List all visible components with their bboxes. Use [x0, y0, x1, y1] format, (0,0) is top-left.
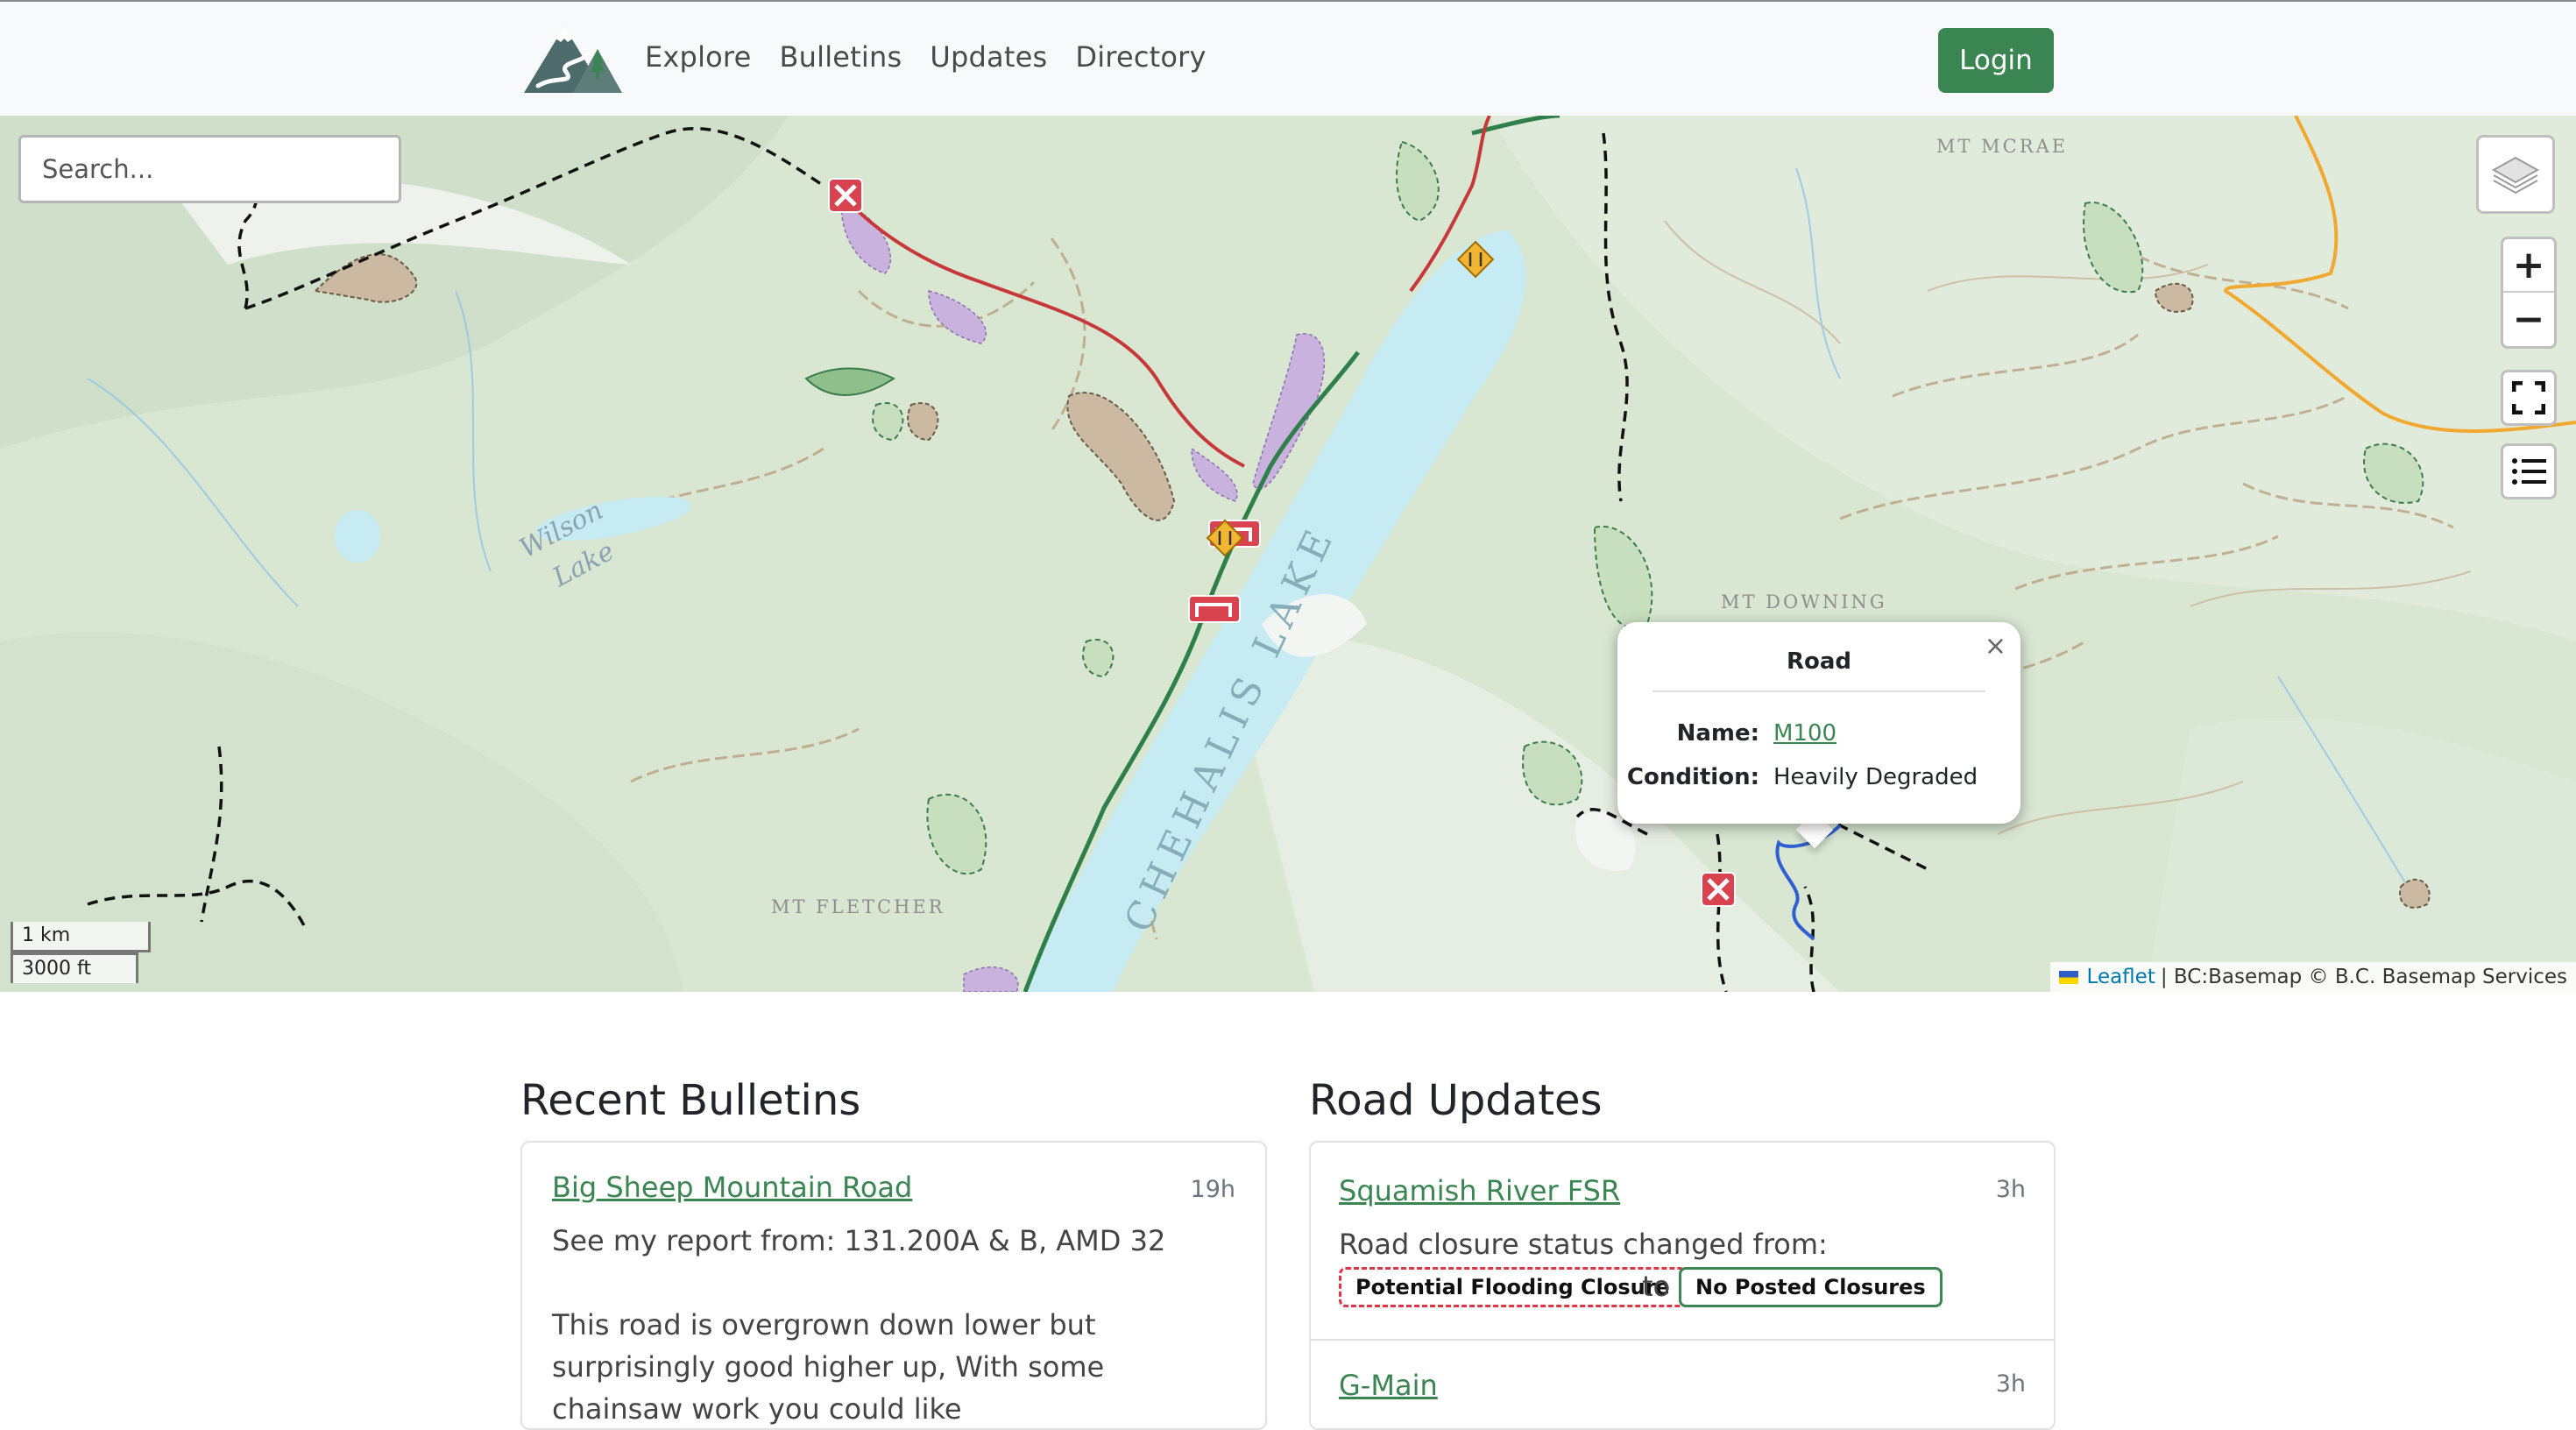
update-time: 3h: [1995, 1176, 2026, 1203]
leaflet-link[interactable]: Leaflet: [2087, 966, 2155, 988]
map-scale: 1 km 3000 ft: [11, 922, 151, 983]
popup-row-condition: Condition: Heavily Degraded: [1617, 764, 2020, 790]
map-view[interactable]: MT MCRAE MT DOWNING MT FLETCHER Wilson L…: [0, 116, 2576, 992]
status-badge-to: No Posted Closures: [1679, 1267, 1943, 1307]
nav-directory[interactable]: Directory: [1075, 40, 1206, 74]
logo-mountain-icon[interactable]: [520, 23, 624, 96]
scale-imperial: 3000 ft: [11, 952, 138, 983]
list-icon: [2512, 458, 2546, 485]
fullscreen-icon: [2512, 381, 2545, 414]
zoom-in-button[interactable]: +: [2503, 239, 2554, 293]
nav-bulletins[interactable]: Bulletins: [779, 40, 902, 74]
map-basemap[interactable]: MT MCRAE MT DOWNING MT FLETCHER Wilson L…: [0, 116, 2576, 992]
attribution-text: | BC:Basemap © B.C. Basemap Services: [2160, 966, 2567, 988]
popup-name-label: Name:: [1676, 720, 1759, 747]
bulletin-line-3: surprisingly good higher up, With some: [552, 1350, 1105, 1384]
bulletin-time: 19h: [1190, 1176, 1235, 1203]
layers-icon: [2491, 156, 2540, 195]
update-item: G-Main 3h: [1311, 1342, 2054, 1428]
label-mt-fletcher: MT FLETCHER: [771, 896, 945, 917]
popup-condition-label: Condition:: [1626, 764, 1759, 790]
bulletin-title-link[interactable]: Big Sheep Mountain Road: [552, 1171, 912, 1204]
zoom-control: + −: [2501, 237, 2557, 349]
update-to-word: to: [1642, 1270, 1671, 1303]
fullscreen-button[interactable]: [2501, 370, 2557, 426]
nav-explore[interactable]: Explore: [645, 40, 751, 74]
nav-links: Explore Bulletins Updates Directory: [645, 40, 1207, 74]
update-title-link[interactable]: G-Main: [1339, 1369, 1438, 1402]
bulletin-line-1: See my report from: 131.200A & B, AMD 32: [552, 1224, 1166, 1257]
update-time: 3h: [1995, 1370, 2026, 1398]
login-button[interactable]: Login: [1938, 28, 2054, 93]
label-mt-downing: MT DOWNING: [1721, 591, 1887, 612]
legend-list-button[interactable]: [2501, 443, 2557, 499]
update-text: Road closure status changed from:: [1339, 1228, 1828, 1261]
popup-row-name: Name: M100: [1617, 720, 2020, 747]
popup-close-button[interactable]: ×: [1985, 631, 2006, 662]
ukraine-flag-icon: [2058, 970, 2078, 984]
map-attribution: Leaflet | BC:Basemap © B.C. Basemap Serv…: [2049, 962, 2576, 992]
road-popup: × Road Name: M100 Condition: Heavily Deg…: [1617, 622, 2020, 824]
updates-title: Road Updates: [1309, 1076, 1603, 1125]
status-badge-from: Potential Flooding Closure: [1339, 1267, 1687, 1307]
zoom-out-button[interactable]: −: [2503, 293, 2554, 346]
updates-card: Squamish River FSR 3h Road closure statu…: [1309, 1141, 2056, 1430]
popup-condition-value: Heavily Degraded: [1773, 764, 1978, 790]
popup-name-link[interactable]: M100: [1773, 720, 1836, 747]
update-item: Squamish River FSR 3h Road closure statu…: [1311, 1143, 2054, 1341]
map-search-input[interactable]: [18, 135, 401, 203]
label-mt-mcrae: MT MCRAE: [1936, 136, 2068, 157]
bulletin-card: Big Sheep Mountain Road 19h See my repor…: [520, 1141, 1267, 1430]
update-title-link[interactable]: Squamish River FSR: [1339, 1174, 1620, 1207]
bulletin-line-4: chainsaw work you could like: [552, 1392, 962, 1426]
bulletin-line-2: This road is overgrown down lower but: [552, 1308, 1096, 1342]
layers-button[interactable]: [2476, 135, 2555, 214]
nav-updates[interactable]: Updates: [930, 40, 1047, 74]
popup-title: Road: [1652, 648, 1985, 692]
bulletins-title: Recent Bulletins: [520, 1076, 861, 1125]
navbar: Explore Bulletins Updates Directory Logi…: [0, 0, 2576, 116]
scale-metric: 1 km: [11, 922, 151, 952]
